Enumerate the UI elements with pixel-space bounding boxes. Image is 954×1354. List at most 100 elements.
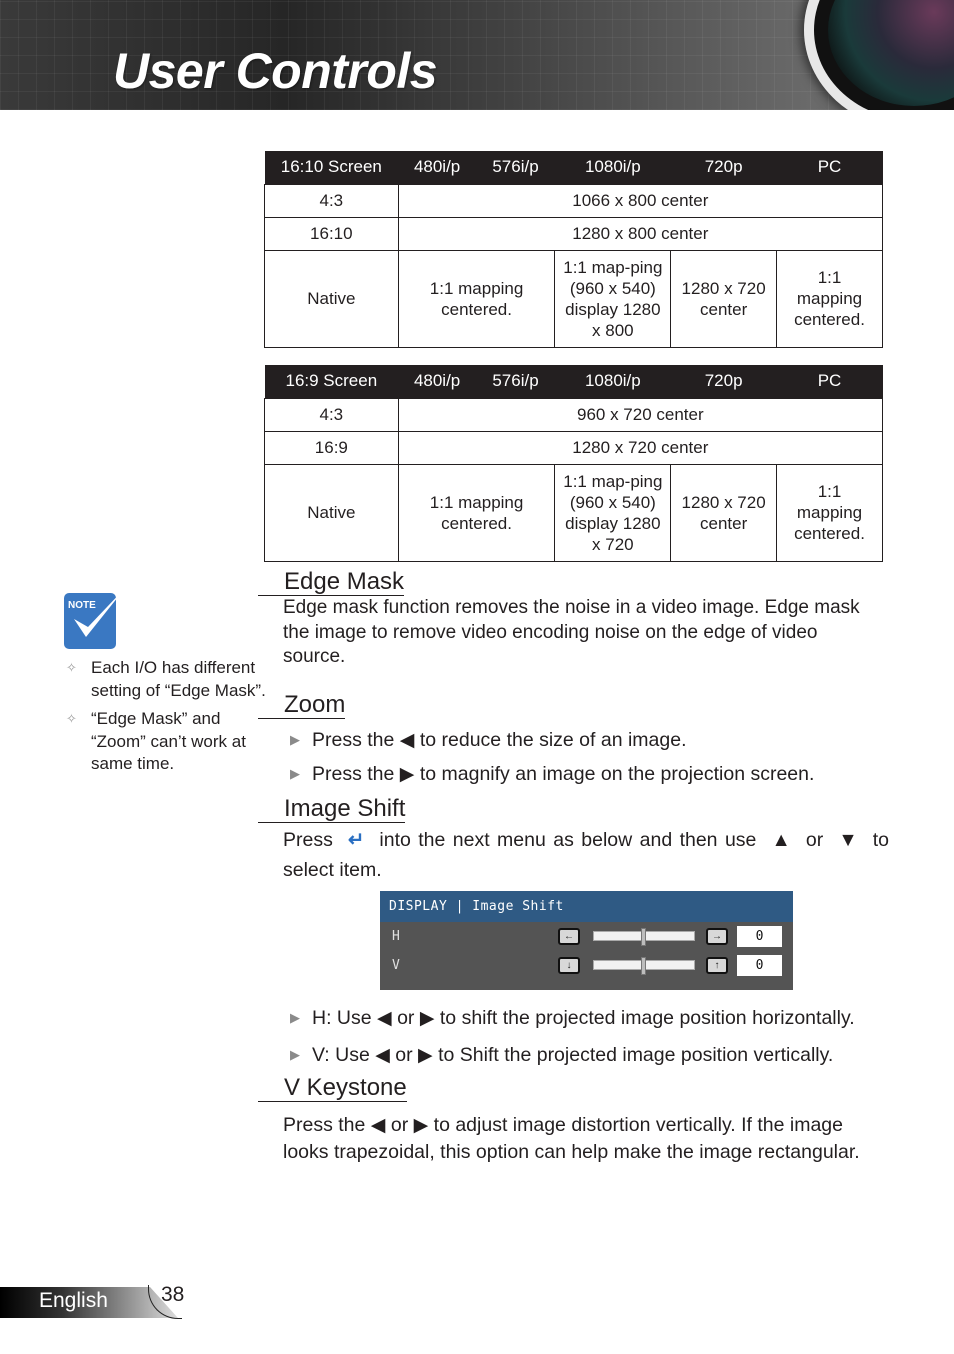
edge-mask-description: Edge mask function removes the noise in … [283,597,860,667]
enter-key-icon: ↵ [347,829,365,851]
osd-label: V [392,958,400,973]
zoom-bullet: ▶ Press the ◀ to reduce the size of an im… [290,729,687,752]
osd-row-h: H ← → 0 [380,922,793,951]
header-cell: 576i/p [476,151,555,184]
bullet-text: to shift the projected image position ho… [439,1007,855,1029]
projector-lens-image [804,0,954,110]
section-heading-edge-mask: Edge Mask [258,569,405,596]
table-row: 4:3 1066 x 800 center [264,183,884,218]
page-title: User Controls [113,43,438,99]
h-shift-slider[interactable] [593,928,695,946]
shift-up-icon[interactable]: ↑ [706,957,728,974]
slider-thumb[interactable] [641,928,646,946]
note-list: ✧ Each I/O has different setting of “Edg… [66,657,266,782]
v-shift-value: 0 [737,955,782,976]
section-heading-zoom: Zoom [258,692,346,719]
left-arrow-icon: ◀ [377,1008,392,1029]
intro-text: to [872,829,889,851]
header-cell: PC [776,365,883,398]
bullet-text: V: Use [312,1044,370,1066]
table-cell: 1:1 mapping centered. [397,463,556,562]
table-row: 4:3 960 x 720 center [264,397,884,432]
row-label: 4:3 [264,183,399,218]
note-text: Each I/O has different setting of “Edge … [91,658,266,700]
bullet-arrow-icon: ▶ [290,732,300,747]
down-arrow-icon: ▼ [838,829,858,851]
shift-down-icon[interactable]: ↓ [558,957,580,974]
right-arrow-icon: ▶ [413,1115,429,1136]
header-cell: 16:10 Screen [264,151,399,184]
note-checkmark-icon: NOTE [64,587,126,649]
right-arrow-icon: ▶ [419,1008,435,1029]
table-header-row: 16:9 Screen 480i/p 576i/p 1080i/p 720p P… [264,365,883,398]
table-row: Native 1:1 mapping centered. 1:1 map-pin… [264,249,883,348]
keystone-text: looks trapezoidal, this option can help … [283,1141,860,1163]
note-text: “Edge Mask” and “Zoom” can’t work at sam… [91,709,246,773]
left-arrow-icon: ◀ [375,1045,390,1066]
v-shift-slider[interactable] [593,957,695,975]
keystone-text: to adjust image distortion vertically. I… [433,1114,843,1136]
table-cell: 1280 x 720 center [397,430,884,465]
osd-title: DISPLAY | Image Shift [380,891,793,922]
header-cell: 16:9 Screen [264,365,399,398]
table-header-row: 16:10 Screen 480i/p 576i/p 1080i/p 720p … [264,151,883,184]
header-cell: 480i/p [398,365,477,398]
bullet-arrow-icon: ▶ [290,1047,300,1062]
osd-image-shift-panel: DISPLAY | Image Shift H ← → 0 V ↓ ↑ 0 [380,891,793,990]
section-heading-image-shift: Image Shift [258,796,406,823]
note-item: ✧ Each I/O has different setting of “Edg… [66,657,266,702]
table-cell: 1280 x 720 center [670,249,778,348]
intro-text: Press [283,829,333,851]
image-shift-bullet: ▶ V: Use ◀ or ▶ to Shift the projected im… [290,1044,833,1067]
image-shift-bullet: ▶ H: Use ◀ or ▶ to shift the projected im… [290,1007,855,1030]
image-shift-intro: Press ↵ into the next menu as below and … [283,825,893,885]
osd-label: H [392,929,400,944]
bullet-text: or [395,1044,413,1066]
table-cell: 1:1 mapping centered. [776,249,883,348]
left-arrow-icon: ◀ [370,1115,386,1136]
header-cell: 1080i/p [554,365,671,398]
row-label: Native [264,249,399,348]
bullet-text: to Shift the projected image position ve… [438,1044,834,1066]
table-cell: 1:1 map-ping (960 x 540) display 1280 x … [554,249,672,348]
table-row: 16:10 1280 x 800 center [264,216,884,251]
note-icon-label: NOTE [68,600,96,611]
left-arrow-icon: ◀ [399,730,415,751]
header-cell: PC [776,151,883,184]
footer-language: English [39,1289,108,1312]
row-label: 16:9 [264,430,399,465]
zoom-bullet: ▶ Press the ▶ to magnify an image on the … [290,763,814,786]
v-keystone-description: Press the ◀ or ▶ to adjust image distort… [283,1112,903,1166]
diamond-bullet-icon: ✧ [66,660,77,675]
header-cell: 576i/p [476,365,555,398]
table-cell: 1280 x 800 center [397,216,884,251]
intro-text: or [805,829,824,851]
bullet-arrow-icon: ▶ [290,1010,300,1025]
resolution-table-16-10: 16:10 Screen 480i/p 576i/p 1080i/p 720p … [264,151,884,348]
up-arrow-icon: ▲ [771,829,791,851]
header-cell: 720p [670,151,777,184]
right-arrow-icon: ▶ [399,764,415,785]
keystone-text: or [390,1114,409,1136]
bullet-text: H: Use [312,1007,372,1029]
table-row: 16:9 1280 x 720 center [264,430,884,465]
bullet-text: to reduce the size of an image. [419,729,687,751]
header-banner: User Controls [0,0,954,110]
row-label: 4:3 [264,397,399,432]
note-item: ✧ “Edge Mask” and “Zoom” can’t work at s… [66,708,266,776]
h-shift-value: 0 [737,926,782,947]
header-cell: 720p [670,365,777,398]
diamond-bullet-icon: ✧ [66,711,77,726]
slider-thumb[interactable] [641,957,646,975]
bullet-text: or [397,1007,415,1029]
table-cell: 960 x 720 center [397,397,884,432]
table-cell: 1:1 mapping centered. [776,463,883,562]
resolution-table-16-9: 16:9 Screen 480i/p 576i/p 1080i/p 720p P… [264,365,884,562]
row-label: Native [264,463,399,562]
shift-left-icon[interactable]: ← [558,928,580,945]
table-row: Native 1:1 mapping centered. 1:1 map-pin… [264,463,883,562]
intro-text: into the next menu as below and then use [379,829,757,851]
table-cell: 1:1 map-ping (960 x 540) display 1280 x … [554,463,672,562]
header-cell: 1080i/p [554,151,671,184]
shift-right-icon[interactable]: → [706,928,728,945]
